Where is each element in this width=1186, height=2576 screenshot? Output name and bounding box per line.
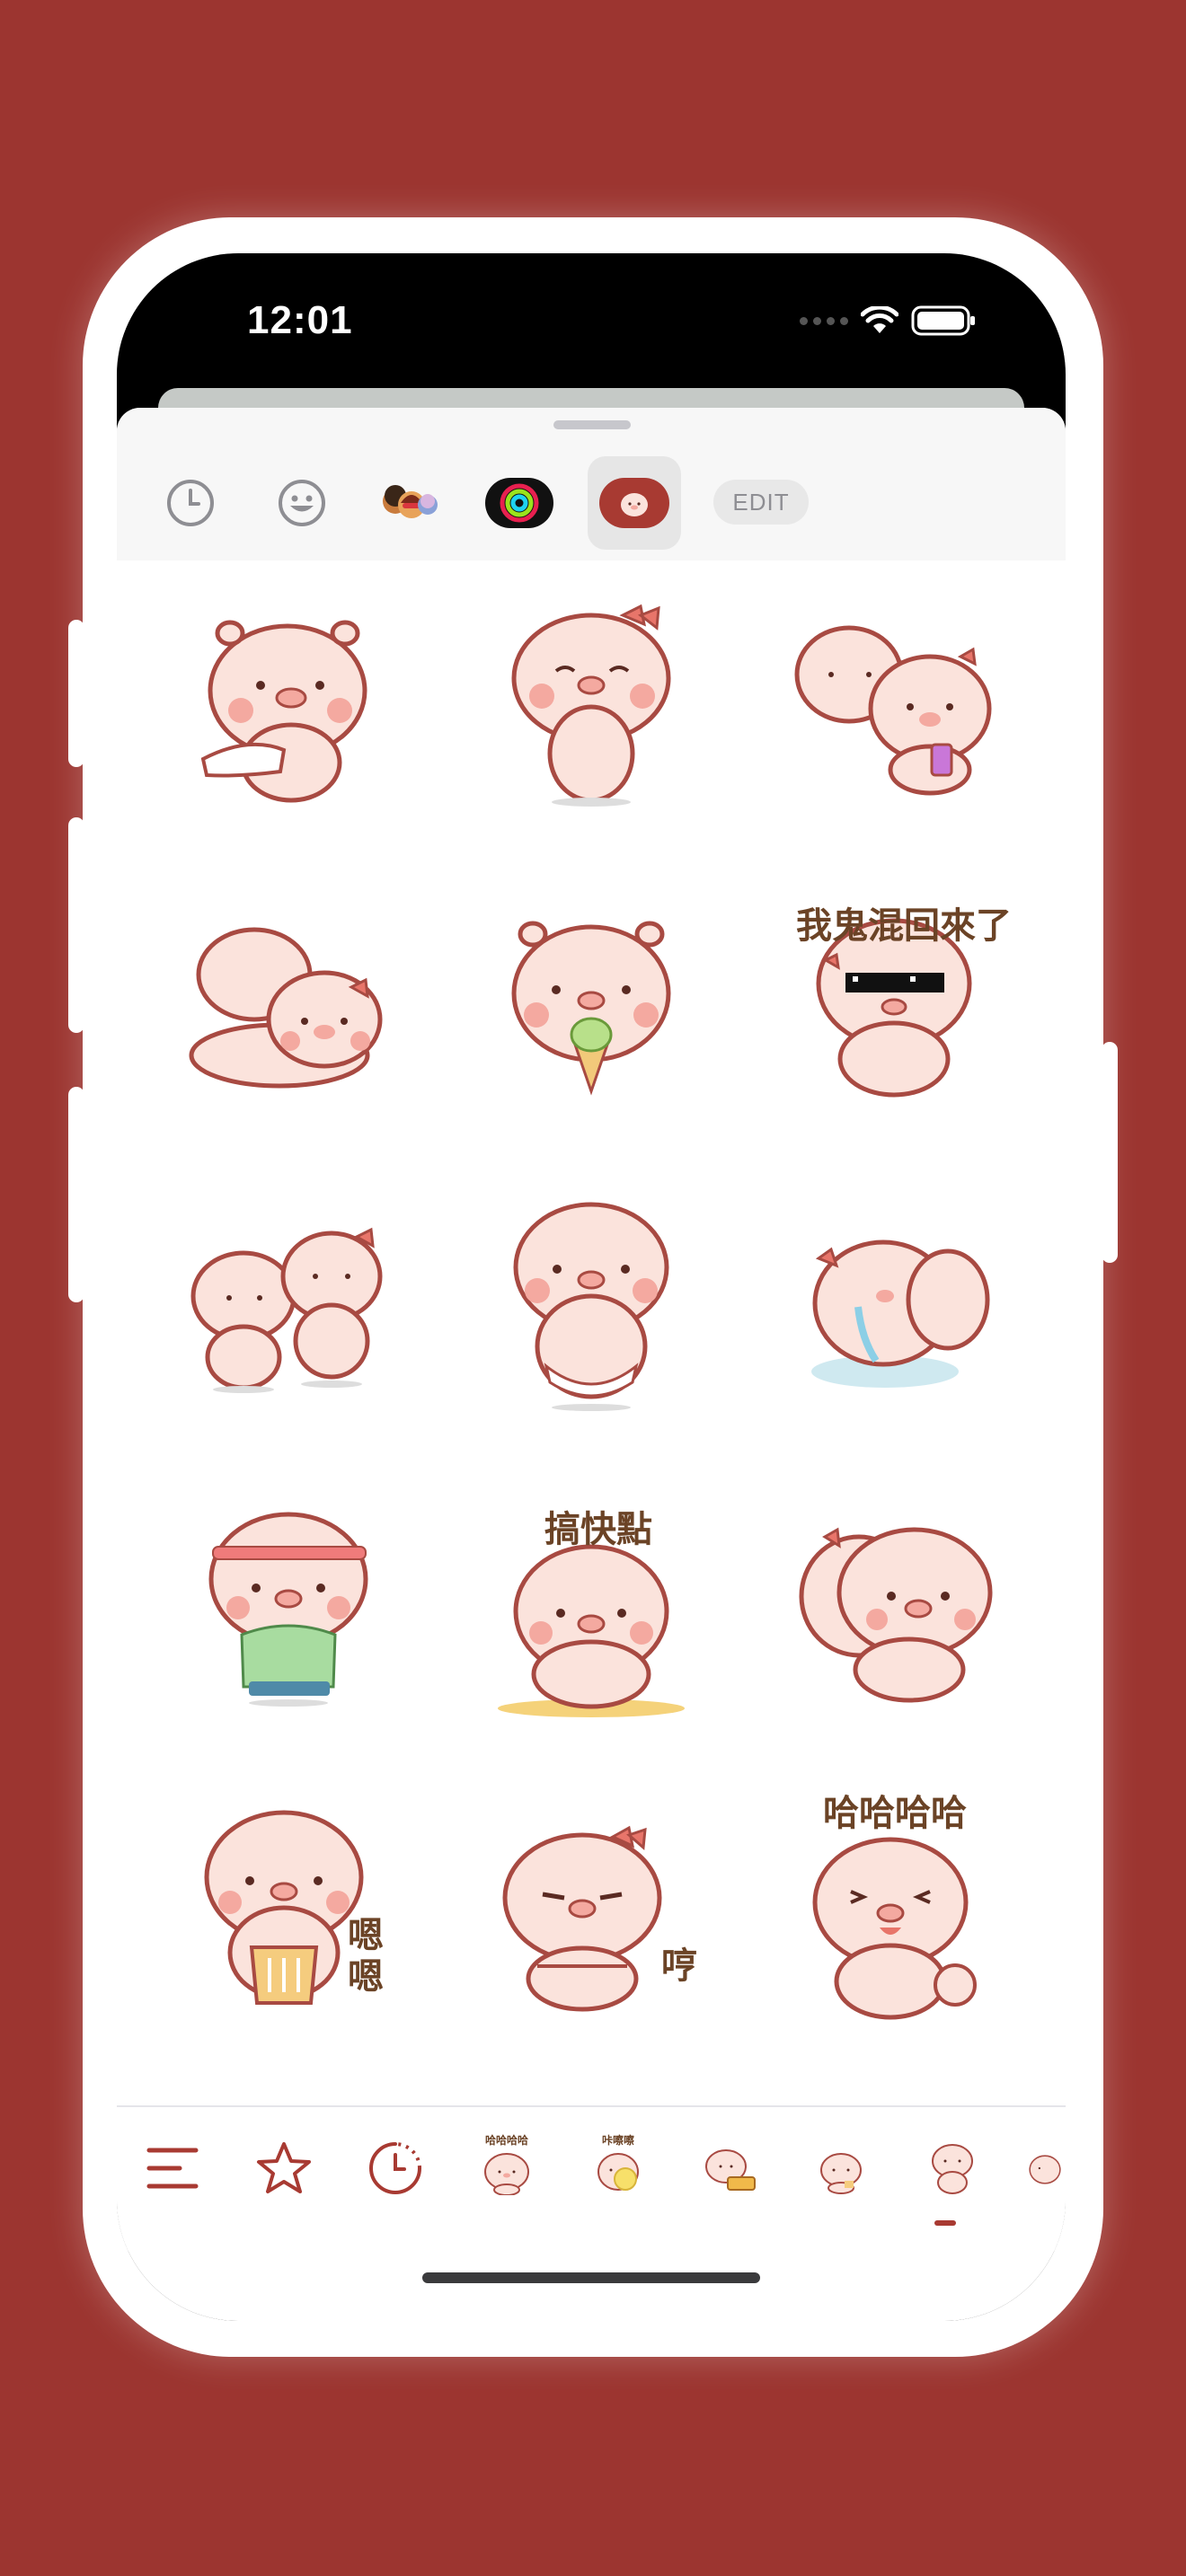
sticker-grid: 我鬼混回來了 搞快點 嗯 嗯 哼 哈哈哈哈 bbox=[117, 560, 1066, 2105]
power-button bbox=[1102, 1042, 1118, 1263]
edit-button[interactable]: EDIT bbox=[713, 480, 809, 525]
sticker-caption-laugh: 哈哈哈哈 bbox=[823, 1793, 967, 1834]
status-icons bbox=[800, 305, 976, 336]
memoji-icon[interactable] bbox=[376, 469, 444, 537]
sticker-caption-nod-2: 嗯 bbox=[348, 1956, 384, 1998]
menu-lines-icon[interactable] bbox=[138, 2134, 207, 2202]
sticker-pack-thumb-3[interactable] bbox=[695, 2134, 764, 2202]
sheet-grabber[interactable] bbox=[553, 420, 631, 429]
sticker-pack-thumb-5[interactable] bbox=[918, 2134, 987, 2202]
emoji-smiley-icon[interactable] bbox=[268, 469, 336, 537]
sticker-pig-ice-cream[interactable] bbox=[479, 889, 704, 1114]
recent-clock-icon[interactable] bbox=[156, 469, 225, 537]
sticker-pack-icon[interactable] bbox=[588, 456, 681, 550]
sticker-pack-thumb-2-caption: 咔嚓嚓 bbox=[602, 2134, 635, 2147]
sticker-pack-thumb-6[interactable] bbox=[1024, 2134, 1066, 2202]
sticker-caption-sunglasses: 我鬼混回來了 bbox=[796, 905, 1012, 947]
selected-pack-indicator bbox=[934, 2220, 956, 2226]
home-indicator[interactable] bbox=[422, 2272, 760, 2283]
sticker-pig-crying-floor[interactable] bbox=[782, 1191, 1006, 1416]
wifi-icon bbox=[861, 306, 898, 333]
sticker-pig-diaper[interactable] bbox=[479, 1191, 704, 1416]
status-time: 12:01 bbox=[247, 298, 353, 342]
sticker-pigs-couple-phone[interactable] bbox=[782, 587, 1006, 812]
sticker-pig-hug-hand[interactable] bbox=[176, 587, 401, 812]
phone-screen: 12:01 EDIT 我鬼混回來了 搞快點 嗯 嗯 哼 哈哈哈哈 哈哈哈哈 咔嚓… bbox=[117, 253, 1066, 2321]
sticker-caption-hmph: 哼 bbox=[661, 1945, 697, 1987]
sticker-pig-headband-sport[interactable] bbox=[176, 1493, 401, 1717]
activity-rings-icon[interactable] bbox=[485, 469, 553, 537]
favorites-star-icon[interactable] bbox=[250, 2134, 318, 2202]
recents-clock-icon[interactable] bbox=[361, 2134, 429, 2202]
sticker-pack-thumb-1-caption: 哈哈哈哈 bbox=[485, 2134, 529, 2147]
sticker-source-bar: EDIT bbox=[117, 408, 1066, 560]
sticker-caption-hurry: 搞快點 bbox=[544, 1509, 652, 1550]
battery-icon bbox=[911, 305, 975, 336]
signal-dots-icon bbox=[800, 316, 848, 325]
sticker-pigs-lying[interactable] bbox=[176, 889, 401, 1114]
sticker-pig-laugh[interactable] bbox=[782, 1809, 1006, 2033]
sticker-sheet: EDIT 我鬼混回來了 搞快點 嗯 嗯 哼 哈哈哈哈 哈哈哈哈 咔嚓嚓 bbox=[117, 408, 1066, 2321]
sticker-pigs-hugging[interactable] bbox=[782, 1493, 1006, 1717]
sticker-pig-bow-shy[interactable] bbox=[479, 587, 704, 812]
sticker-pack-bar: 哈哈哈哈 咔嚓嚓 bbox=[117, 2105, 1066, 2251]
sticker-pack-thumb-4[interactable] bbox=[807, 2134, 875, 2202]
sticker-pigs-two-standing[interactable] bbox=[176, 1191, 401, 1416]
